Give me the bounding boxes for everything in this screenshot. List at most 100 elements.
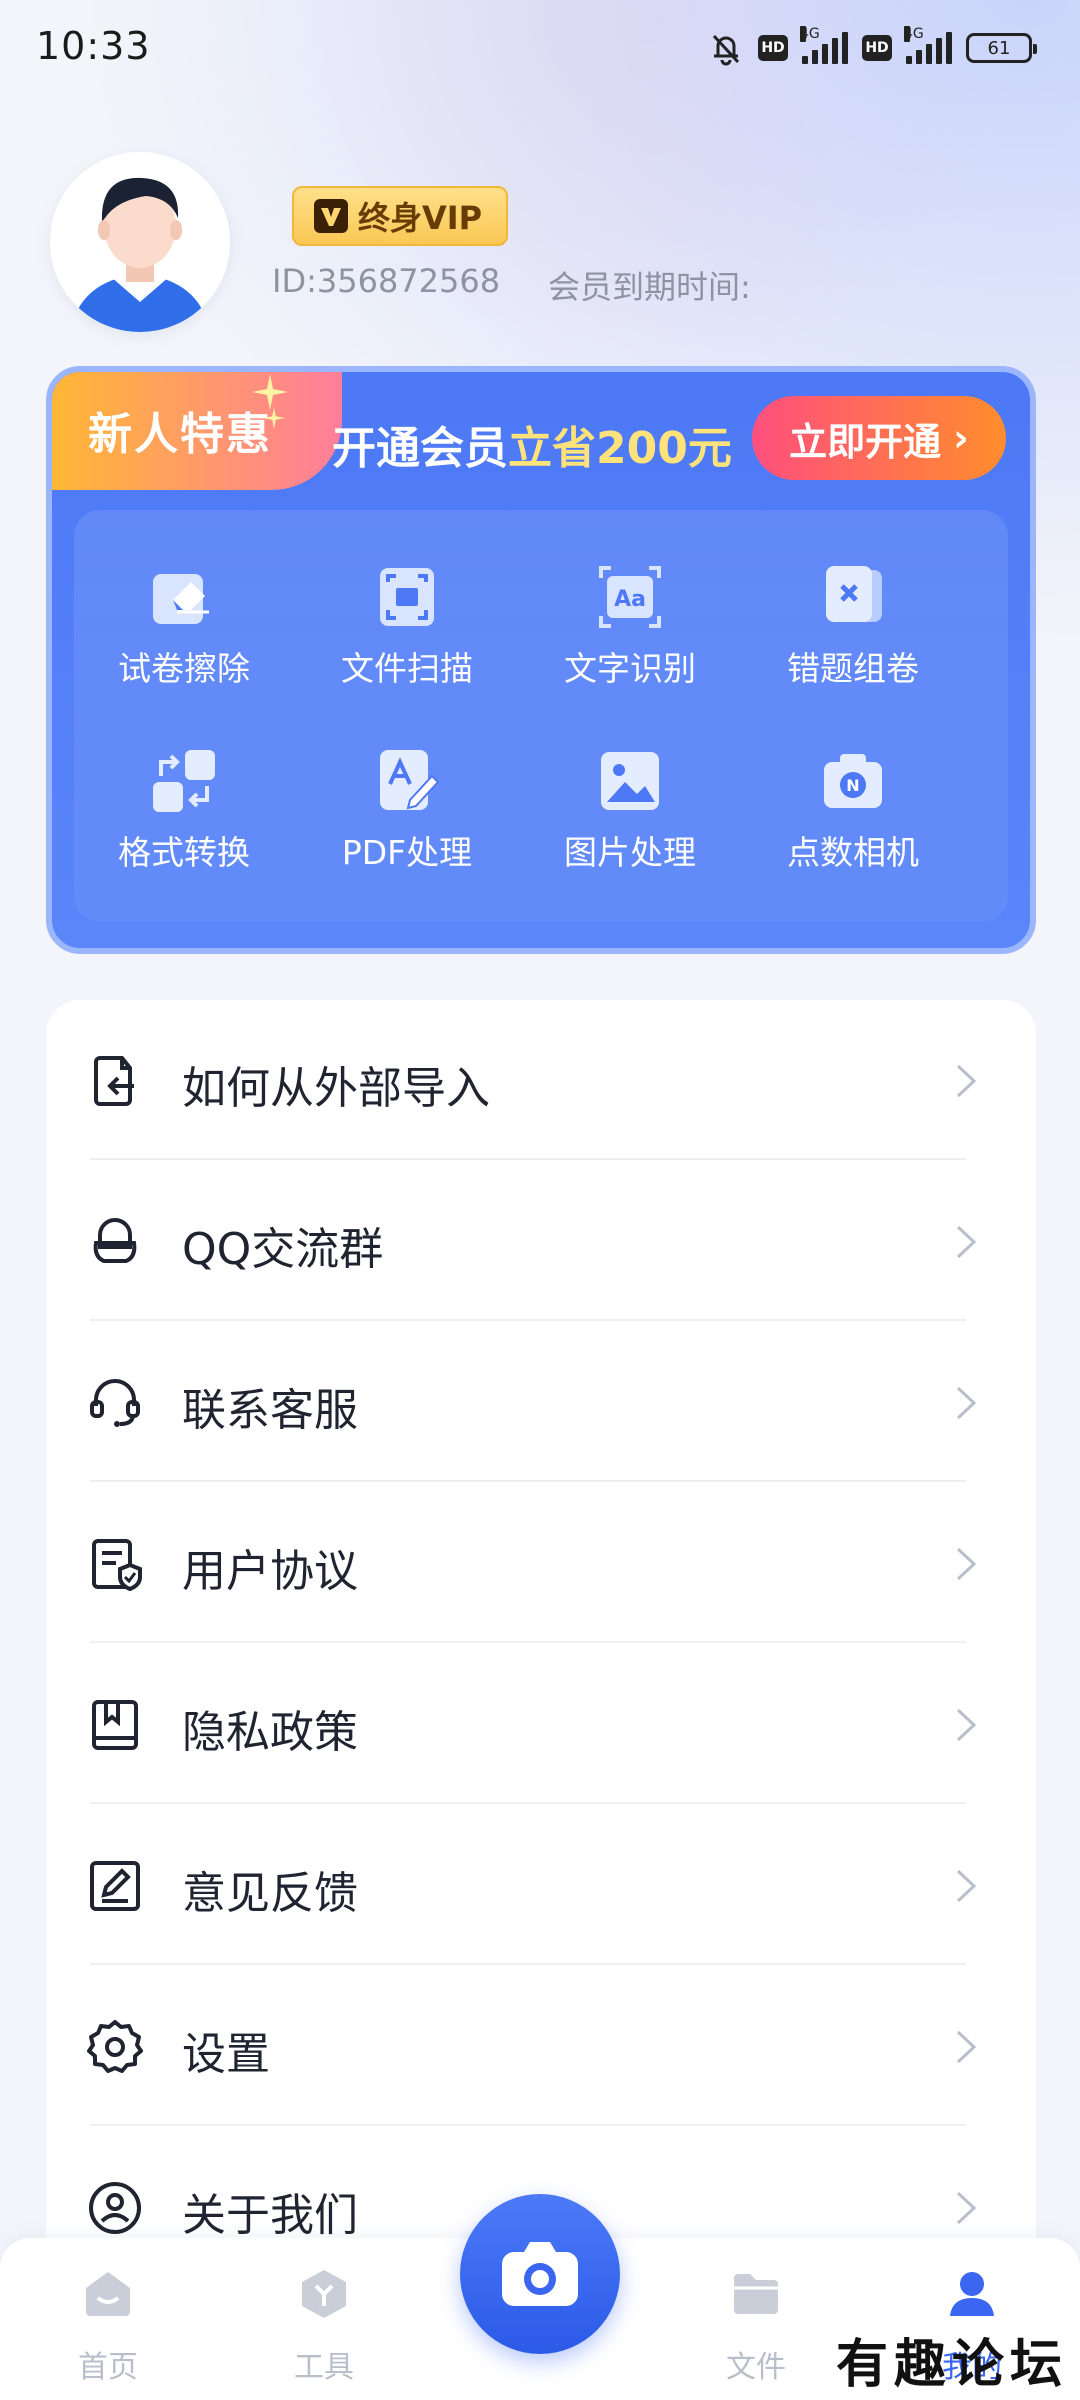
menu-item-customer-service[interactable]: 联系客服 <box>46 1322 1036 1482</box>
menu-item-label: 隐私政策 <box>182 1707 358 1758</box>
nav-tools[interactable]: 工具 <box>254 2266 394 2386</box>
import-icon <box>94 1056 134 1106</box>
avatar-illustration <box>50 152 230 332</box>
feedback-icon <box>90 1861 140 1911</box>
feature-count-camera[interactable]: N 点数相机 <box>743 722 963 882</box>
status-bar: 10:33 HD 4G HD 4G 61 <box>0 0 1080 96</box>
hd-badge-1: HD <box>758 35 788 61</box>
chevron-right-icon <box>956 1547 977 1581</box>
user-id: ID:356872568 <box>272 262 501 300</box>
status-time: 10:33 <box>36 24 151 68</box>
svg-text:Aa: Aa <box>614 587 646 612</box>
feature-wrong-question[interactable]: 错题组卷 <box>743 538 963 698</box>
promo-text: 开通会员立省200元 <box>332 412 732 476</box>
text-recognition-icon: Aa <box>599 566 661 628</box>
about-icon <box>89 2182 141 2234</box>
user-icon <box>950 2272 994 2316</box>
settings-list: 如何从外部导入 QQ交流群 联系客服 用户协议 隐私政策 意见反馈 设置 关于我… <box>46 1000 1036 2300</box>
camera-icon <box>502 2242 578 2306</box>
menu-item-user-agreement[interactable]: 用户协议 <box>46 1483 1036 1643</box>
chevron-right-icon <box>956 1064 977 1098</box>
feature-label: 错题组卷 <box>787 649 919 688</box>
chevron-right-icon <box>956 1386 977 1420</box>
feature-scan[interactable]: 文件扫描 <box>297 538 517 698</box>
promo-text-prefix: 开通会员 <box>332 423 508 474</box>
pdf-edit-icon <box>380 750 440 810</box>
agreement-icon <box>92 1539 142 1592</box>
scan-icon <box>380 568 434 626</box>
gear-icon <box>87 2020 143 2073</box>
promo-card: 新人特惠 开通会员立省200元 立即开通 › 试卷擦除 文件扫描 Aa 文字识别… <box>46 366 1036 954</box>
vip-v-icon <box>314 199 348 233</box>
home-icon <box>86 2272 130 2316</box>
feature-eraser[interactable]: 试卷擦除 <box>74 538 294 698</box>
mute-bell-icon <box>712 34 740 66</box>
promo-tag: 新人特惠 <box>52 372 342 490</box>
feature-image[interactable]: 图片处理 <box>520 722 740 882</box>
divider <box>90 1480 966 1482</box>
signal-icon-2: 4G <box>904 26 952 64</box>
nav-tools-label: 工具 <box>294 2350 354 2385</box>
chevron-right-icon: › <box>953 416 969 460</box>
divider <box>90 1641 966 1643</box>
feature-label: PDF处理 <box>341 833 473 872</box>
menu-item-import[interactable]: 如何从外部导入 <box>46 1000 1036 1160</box>
feature-label: 格式转换 <box>118 833 250 872</box>
book-icon <box>92 1700 138 1750</box>
menu-item-privacy-policy[interactable]: 隐私政策 <box>46 1644 1036 1804</box>
chevron-right-icon <box>956 1225 977 1259</box>
menu-item-label: 用户协议 <box>182 1546 358 1597</box>
headset-icon <box>90 1379 140 1427</box>
wrong-question-icon <box>826 566 882 622</box>
convert-icon <box>153 750 215 812</box>
hd-badge-2: HD <box>862 35 892 61</box>
feature-label: 文件扫描 <box>341 649 473 688</box>
feature-text-recognition[interactable]: Aa 文字识别 <box>520 538 740 698</box>
menu-item-label: 意见反馈 <box>182 1868 358 1919</box>
signal-icon-1: 4G <box>800 26 848 64</box>
menu-item-label: 设置 <box>182 2029 270 2080</box>
battery-icon: 61 <box>966 33 1037 63</box>
menu-item-qq-group[interactable]: QQ交流群 <box>46 1161 1036 1321</box>
membership-expire-label: 会员到期时间: <box>548 268 751 306</box>
feature-grid: 试卷擦除 文件扫描 Aa 文字识别 错题组卷 格式转换 PDF处理 图片处理 N… <box>74 510 1008 922</box>
camera-button[interactable] <box>460 2194 620 2354</box>
menu-item-feedback[interactable]: 意见反馈 <box>46 1805 1036 1965</box>
feature-label: 文字识别 <box>564 649 696 688</box>
divider <box>90 2124 966 2126</box>
menu-item-settings[interactable]: 设置 <box>46 1966 1036 2126</box>
menu-item-label: 如何从外部导入 <box>182 1063 490 1114</box>
vip-label: 终身VIP <box>358 199 483 237</box>
divider <box>90 1802 966 1804</box>
count-camera-icon: N <box>824 754 882 808</box>
nav-home-label: 首页 <box>78 2350 138 2385</box>
status-icons: HD 4G HD 4G 61 <box>708 26 1037 66</box>
nav-files-label: 文件 <box>726 2350 786 2385</box>
network-type-1: 4G <box>800 26 820 42</box>
promo-tag-text: 新人特惠 <box>88 409 272 460</box>
image-icon <box>601 752 659 810</box>
nav-home[interactable]: 首页 <box>38 2266 178 2386</box>
feature-grid-panel: 试卷擦除 文件扫描 Aa 文字识别 错题组卷 格式转换 PDF处理 图片处理 N… <box>74 510 1008 922</box>
svg-text:N: N <box>846 776 859 795</box>
feature-convert[interactable]: 格式转换 <box>74 722 294 882</box>
divider <box>90 1963 966 1965</box>
chevron-right-icon <box>956 2030 977 2064</box>
qq-icon <box>93 1218 137 1263</box>
avatar[interactable] <box>50 152 230 332</box>
divider <box>90 1319 966 1321</box>
nav-files[interactable]: 文件 <box>686 2266 826 2386</box>
vip-badge[interactable]: 终身VIP <box>292 186 508 246</box>
promo-text-highlight: 立省200元 <box>508 423 732 474</box>
menu-item-label: QQ交流群 <box>182 1224 384 1275</box>
feature-label: 点数相机 <box>787 833 919 872</box>
open-membership-button[interactable]: 立即开通 › <box>752 396 1006 480</box>
feature-pdf[interactable]: PDF处理 <box>297 722 517 882</box>
chevron-right-icon <box>956 1869 977 1903</box>
feature-label: 图片处理 <box>564 833 696 872</box>
divider <box>90 1158 966 1160</box>
watermark: 有趣论坛 <box>836 2334 1069 2395</box>
open-membership-label: 立即开通 <box>789 419 942 464</box>
menu-item-label: 联系客服 <box>182 1385 358 1436</box>
sparkle-small-icon <box>263 407 285 429</box>
